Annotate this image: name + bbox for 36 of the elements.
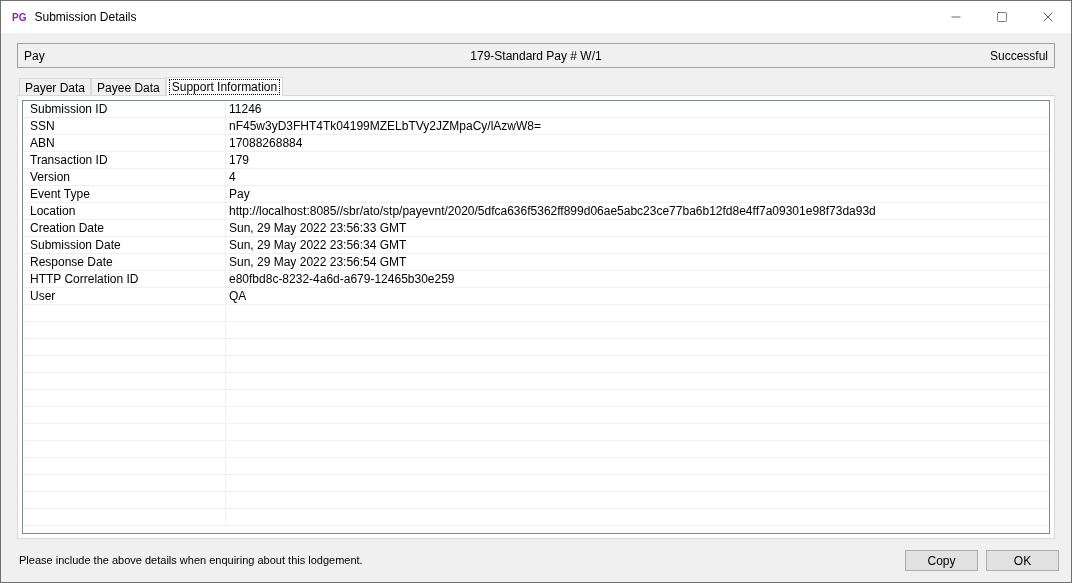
event-type-label: Pay — [24, 47, 46, 65]
field-name: Version — [23, 169, 226, 185]
tab[interactable]: Support Information — [165, 77, 284, 96]
field-value: Sun, 29 May 2022 23:56:33 GMT — [228, 220, 407, 236]
field-name: Event Type — [23, 186, 226, 202]
field-value: Pay — [228, 186, 250, 202]
field-name: SSN — [23, 118, 226, 134]
field-name: ABN — [23, 135, 226, 151]
field-value: Sun, 29 May 2022 23:56:54 GMT — [228, 254, 407, 270]
tab[interactable]: Payee Data — [91, 78, 166, 95]
field-value: 179 — [228, 152, 250, 168]
ok-button[interactable]: OK — [986, 550, 1059, 571]
app-logo: PG — [12, 10, 27, 25]
field-value: QA — [228, 288, 247, 304]
field-value: 17088268884 — [228, 135, 303, 151]
field-value: 11246 — [228, 101, 262, 117]
status-label: Successful — [988, 47, 1048, 65]
field-value: e80fbd8c-8232-4a6d-a679-12465b30e259 — [228, 271, 455, 287]
field-name: Response Date — [23, 254, 226, 270]
field-value: http://localhost:8085//sbr/ato/stp/payevnt/2020/5dfca636f5362ff899d06ae5abc23ce77ba6b12fd8e4ff7a09301e98f73da93d — [228, 203, 876, 219]
tab[interactable]: Payer Data — [19, 78, 92, 95]
maximize-icon — [996, 11, 1008, 23]
window-title: Submission Details — [34, 9, 137, 26]
field-value: nF45w3yD3FHT4Tk04199MZELbTVy2JZMpaCy/lAzwW8= — [228, 118, 541, 134]
copy-button[interactable]: Copy — [905, 550, 978, 571]
field-name: Location — [23, 203, 226, 219]
field-name: Submission ID — [23, 101, 226, 117]
field-name: Creation Date — [23, 220, 226, 236]
field-value: Sun, 29 May 2022 23:56:34 GMT — [228, 237, 407, 253]
field-name: Submission Date — [23, 237, 226, 253]
field-value: 4 — [228, 169, 236, 185]
field-name: User — [23, 288, 226, 304]
field-name: HTTP Correlation ID — [23, 271, 226, 287]
submission-label: 179-Standard Pay # W/1 — [469, 47, 603, 65]
field-name: Transaction ID — [23, 152, 226, 168]
footer-note: Please include the above details when enquiring about this lodgement. — [19, 553, 363, 569]
